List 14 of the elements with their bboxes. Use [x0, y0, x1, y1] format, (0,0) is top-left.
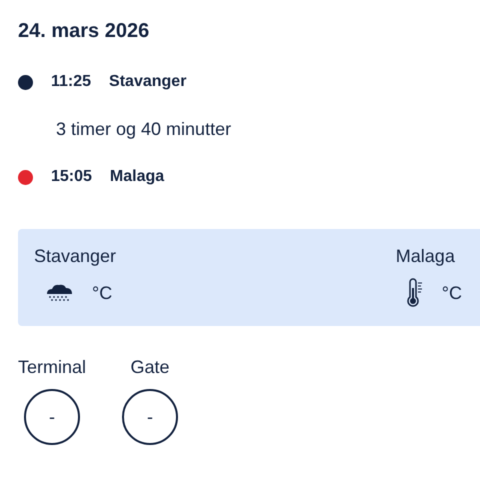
- date-heading: 24. mars 2026: [18, 19, 150, 44]
- rain-cloud-icon: [44, 283, 74, 303]
- stop-time: 11:25: [51, 72, 92, 92]
- weather-city: Stavanger: [34, 245, 116, 268]
- flight-duration: 3 timer og 40 minutter: [56, 118, 232, 141]
- temperature-unit: °C: [92, 282, 112, 304]
- stop-city: Malaga: [110, 167, 164, 187]
- thermometer-icon: [406, 278, 424, 308]
- stop-time: 15:05: [51, 167, 92, 187]
- info-label: Terminal: [18, 356, 86, 379]
- stop-city: Stavanger: [109, 72, 186, 92]
- temperature-unit: °C: [442, 282, 462, 304]
- weather-city: Malaga: [396, 245, 456, 268]
- info-label: Gate: [130, 356, 170, 379]
